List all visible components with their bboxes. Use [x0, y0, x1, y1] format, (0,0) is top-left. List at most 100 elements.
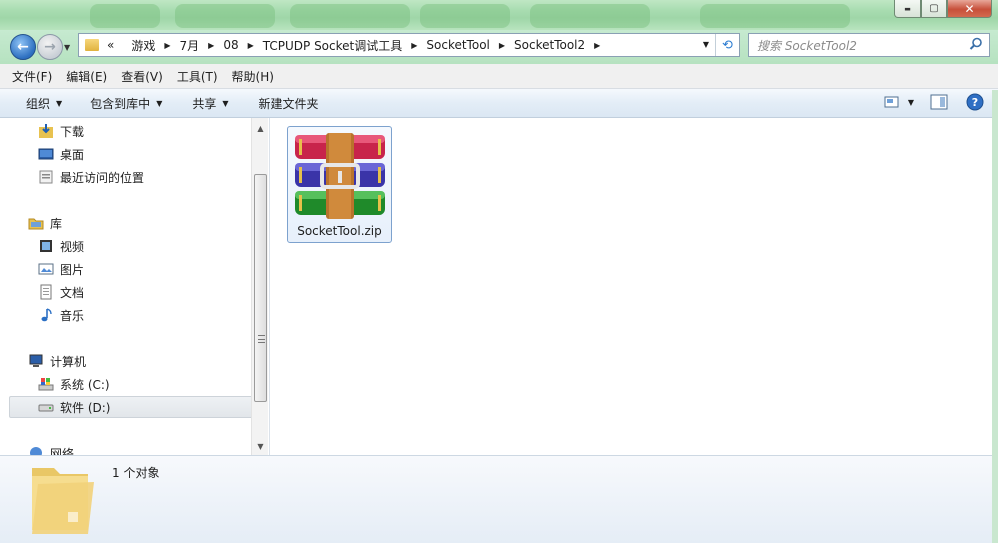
nav-item-label: 最近访问的位置 [60, 170, 145, 185]
back-button[interactable]: ← [10, 34, 36, 60]
scroll-down-icon[interactable]: ▼ [252, 438, 269, 455]
breadcrumb-separator-icon[interactable]: ▶ [499, 41, 505, 50]
nav-item-music[interactable]: 音乐 [0, 304, 254, 326]
nav-item-computer[interactable]: 计算机 [0, 350, 254, 372]
command-bar: 组织 ▼ 包含到库中 ▼ 共享 ▼ 新建文件夹 ▼ ? [0, 89, 998, 118]
share-label: 共享 [192, 96, 217, 111]
chevron-down-icon: ▼ [56, 98, 63, 108]
winrar-archive-icon [295, 133, 385, 219]
nav-item-libraries[interactable]: 库 [0, 212, 254, 234]
organize-label: 组织 [26, 96, 51, 111]
breadcrumb: « 游戏 ▶ 7月 ▶ 08 ▶ TCPUDP Socket调试工具 ▶ Soc… [103, 37, 609, 54]
breadcrumb-item[interactable]: TCPUDP Socket调试工具 [263, 37, 402, 54]
music-library-icon [38, 307, 54, 323]
menu-edit[interactable]: 编辑(E) [66, 68, 107, 85]
breadcrumb-separator-icon[interactable]: ▶ [248, 41, 254, 50]
nav-item-label: 视频 [60, 239, 85, 254]
close-button[interactable]: ✕ [947, 0, 992, 18]
breadcrumb-item[interactable]: 08 [223, 38, 238, 52]
breadcrumb-item[interactable]: SocketTool2 [514, 38, 585, 52]
nav-item-label: 计算机 [50, 354, 87, 369]
svg-text:?: ? [972, 96, 978, 109]
recent-places-icon [38, 169, 54, 185]
nav-item-label: 图片 [60, 262, 85, 277]
navigation-bar: ← → ▼ « 游戏 ▶ 7月 ▶ 08 ▶ TCPUDP Socket调试工具… [0, 30, 998, 64]
nav-item-drive-c[interactable]: 系统 (C:) [0, 373, 254, 395]
address-history-dropdown[interactable]: ▼ [703, 40, 709, 49]
breadcrumb-item[interactable]: 7月 [180, 37, 200, 54]
chevron-down-icon: ▼ [222, 98, 229, 108]
minimize-button[interactable]: ▬ [894, 0, 921, 18]
menu-help[interactable]: 帮助(H) [232, 68, 274, 85]
file-list: SocketTool.zip [271, 118, 998, 455]
desktop-icon [38, 146, 54, 162]
nav-item-desktop[interactable]: 桌面 [0, 143, 254, 165]
scrollbar-thumb[interactable] [254, 174, 267, 402]
new-folder-label: 新建文件夹 [258, 96, 319, 111]
nav-item-label: 文档 [60, 285, 85, 300]
back-arrow-icon: ← [17, 39, 29, 55]
nav-pane-scrollbar[interactable]: ▲ ▼ [251, 118, 268, 455]
file-name: SocketTool.zip [297, 224, 382, 238]
forward-button[interactable]: → [37, 34, 63, 60]
new-folder-button[interactable]: 新建文件夹 [259, 95, 319, 112]
preview-pane-icon[interactable] [930, 94, 948, 110]
nav-item-label: 下载 [60, 124, 85, 139]
organize-button[interactable]: 组织 ▼ [26, 95, 62, 112]
change-view-icon[interactable] [884, 95, 900, 109]
menu-tools[interactable]: 工具(T) [177, 68, 218, 85]
refresh-icon: ⟲ [722, 37, 733, 53]
title-bar: ▬ ▢ ✕ [0, 0, 998, 30]
pictures-library-icon [38, 261, 54, 277]
documents-library-icon [38, 284, 54, 300]
refresh-button[interactable]: ⟲ [715, 34, 739, 56]
maximize-button[interactable]: ▢ [921, 0, 947, 18]
nav-item-label: 软件 (D:) [60, 400, 111, 415]
drive-icon [38, 399, 54, 415]
menu-view[interactable]: 查看(V) [121, 68, 163, 85]
details-pane: 1 个对象 [0, 455, 998, 543]
window-border [992, 90, 998, 543]
download-folder-icon [38, 123, 54, 139]
nav-item-documents[interactable]: 文档 [0, 281, 254, 303]
breadcrumb-item[interactable]: 游戏 [131, 37, 155, 54]
nav-item-recent-places[interactable]: 最近访问的位置 [0, 166, 254, 188]
nav-item-videos[interactable]: 视频 [0, 235, 254, 257]
view-controls: ▼ ? [884, 93, 984, 111]
breadcrumb-separator-icon[interactable]: ▶ [594, 41, 600, 50]
address-bar[interactable]: « 游戏 ▶ 7月 ▶ 08 ▶ TCPUDP Socket调试工具 ▶ Soc… [78, 33, 740, 57]
computer-icon [28, 353, 44, 369]
search-placeholder: 搜索 SocketTool2 [757, 38, 857, 53]
include-in-library-button[interactable]: 包含到库中 ▼ [90, 95, 162, 112]
nav-item-drive-d[interactable]: 软件 (D:) [9, 396, 254, 418]
share-button[interactable]: 共享 ▼ [192, 95, 228, 112]
include-in-library-label: 包含到库中 [90, 96, 151, 111]
breadcrumb-separator-icon[interactable]: ▶ [411, 41, 417, 50]
system-drive-icon [38, 376, 54, 392]
nav-item-pictures[interactable]: 图片 [0, 258, 254, 280]
menu-file[interactable]: 文件(F) [12, 68, 52, 85]
search-input[interactable]: 搜索 SocketTool2 [748, 33, 990, 57]
nav-item-label: 音乐 [60, 308, 85, 323]
libraries-icon [28, 215, 44, 231]
navigation-pane: 下载 桌面 最近访问的位置 库 视频 图片 文档 音乐 计算机 系统 (C:) … [0, 118, 270, 461]
forward-arrow-icon: → [44, 39, 56, 55]
file-item[interactable]: SocketTool.zip [287, 126, 392, 243]
nav-item-label: 桌面 [60, 147, 85, 162]
chevron-down-icon: ▼ [156, 98, 163, 108]
breadcrumb-separator-icon[interactable]: ▶ [208, 41, 214, 50]
menu-bar: 文件(F) 编辑(E) 查看(V) 工具(T) 帮助(H) [0, 64, 998, 89]
help-icon[interactable]: ? [966, 93, 984, 111]
search-icon[interactable] [969, 37, 983, 51]
window-controls: ▬ ▢ ✕ [894, 0, 992, 18]
breadcrumb-item[interactable]: SocketTool [426, 38, 489, 52]
scroll-up-icon[interactable]: ▲ [252, 120, 269, 137]
folder-icon [85, 39, 99, 51]
recent-pages-dropdown[interactable]: ▼ [64, 43, 70, 52]
folder-icon [32, 468, 94, 534]
breadcrumb-separator-icon[interactable]: ▶ [164, 41, 170, 50]
nav-item-downloads[interactable]: 下载 [0, 120, 254, 142]
item-count: 1 个对象 [112, 466, 160, 480]
breadcrumb-overflow[interactable]: « [107, 38, 114, 52]
view-options-dropdown[interactable]: ▼ [908, 98, 914, 107]
